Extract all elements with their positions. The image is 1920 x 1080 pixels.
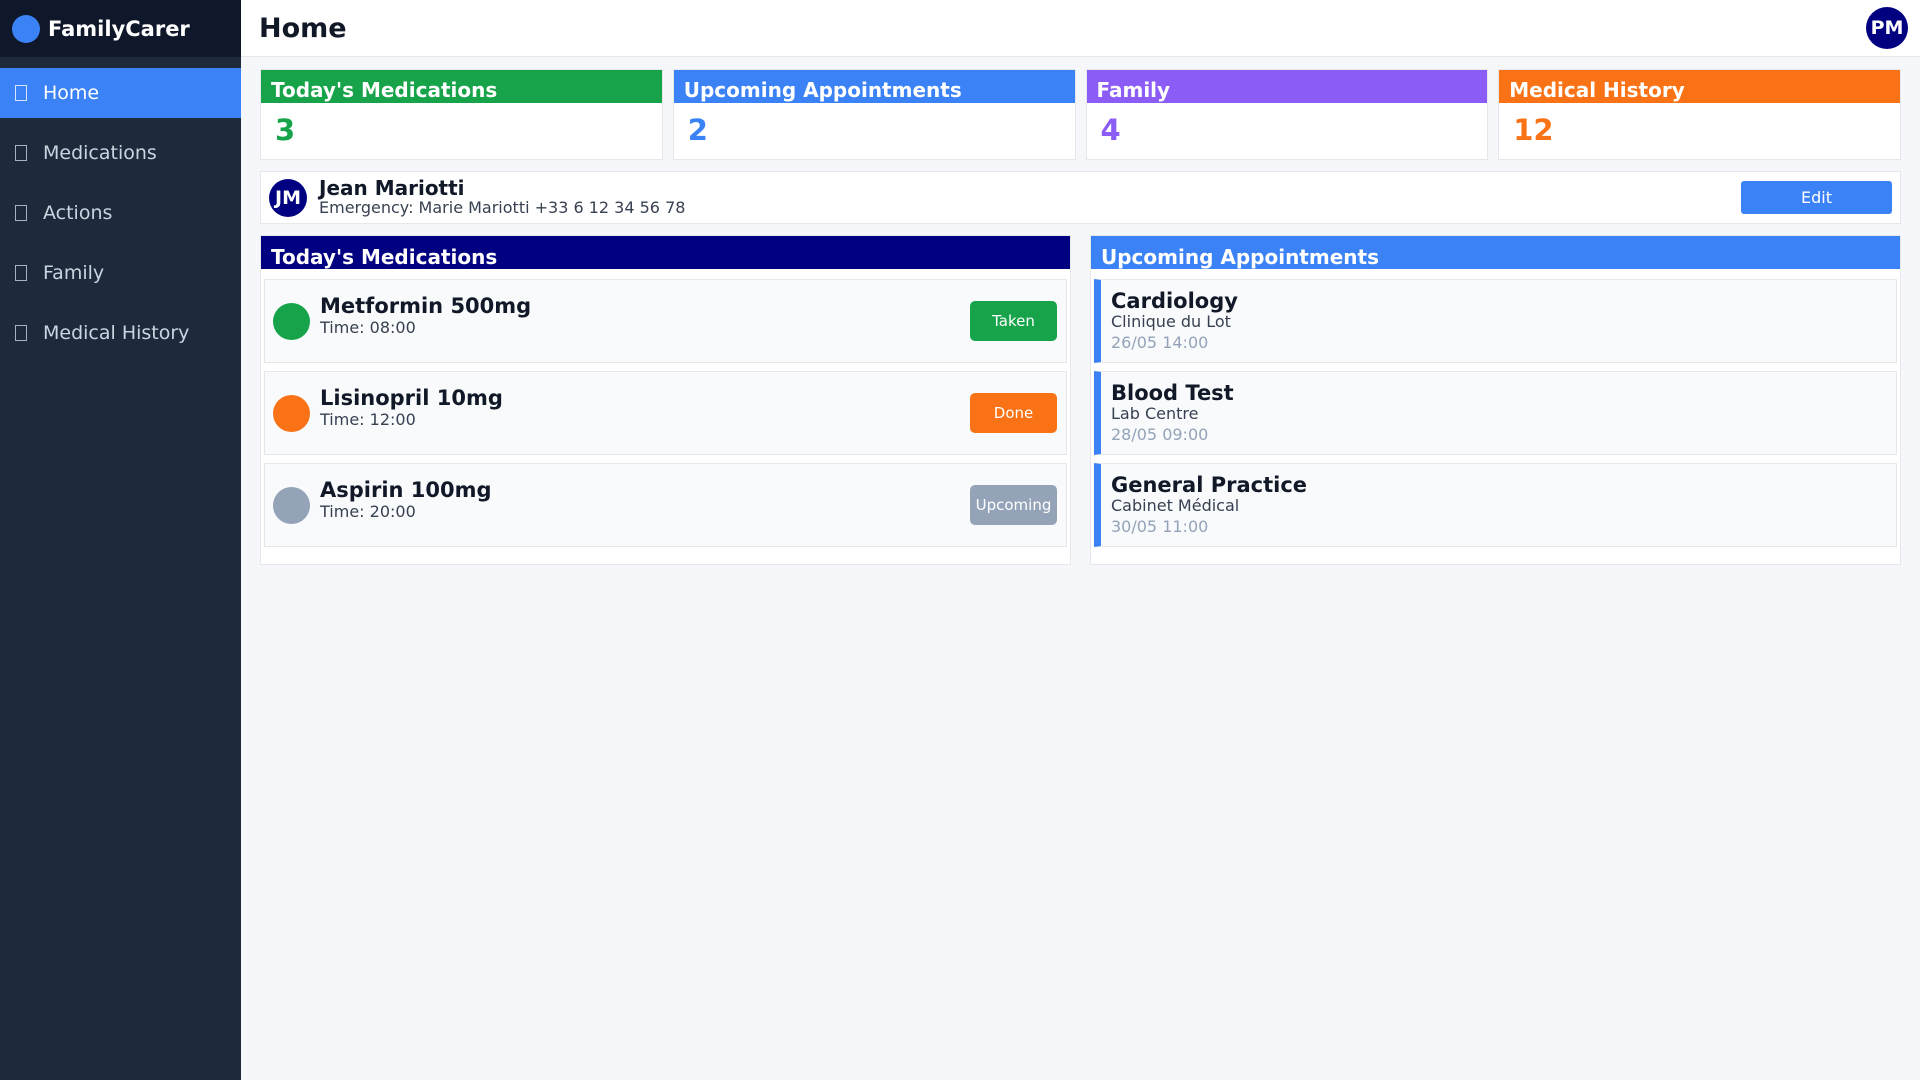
stat-card-medications[interactable]: Today's Medications 3 <box>260 69 663 160</box>
stat-card-value: 2 <box>687 113 708 147</box>
appointment-title: General Practice <box>1111 473 1308 497</box>
stat-card-title: Upcoming Appointments <box>673 70 1075 103</box>
appointment-place: Cabinet Médical <box>1111 496 1240 516</box>
content: Today's Medications 3 Upcoming Appointme… <box>241 57 1920 565</box>
medication-info: Aspirin 100mg Time: 20:00 <box>320 477 970 522</box>
home-icon <box>15 85 27 101</box>
medications-panel-title: Today's Medications <box>261 236 1070 269</box>
logo-icon <box>12 14 40 43</box>
medication-item: Lisinopril 10mg Time: 12:00 Done <box>264 371 1067 455</box>
status-dot-icon <box>273 486 310 524</box>
user-avatar[interactable]: PM <box>1866 7 1908 49</box>
brand[interactable]: FamilyCarer <box>0 0 241 57</box>
medication-info: Metformin 500mg Time: 08:00 <box>320 293 970 338</box>
patient-card: JM Jean Mariotti Emergency: Marie Mariot… <box>260 171 1901 224</box>
appointment-title: Cardiology <box>1111 289 1238 313</box>
stat-card-title: Family <box>1086 70 1488 103</box>
appointment-item[interactable]: Blood Test Lab Centre 28/05 09:00 <box>1094 371 1897 455</box>
appointments-panel-title: Upcoming Appointments <box>1091 236 1900 269</box>
top-bar: Home PM <box>241 0 1920 57</box>
sidebar-item-label: Actions <box>43 202 113 224</box>
medication-name: Metformin 500mg <box>320 293 532 318</box>
sidebar-item-medications[interactable]: Medications <box>0 128 241 178</box>
medication-item: Aspirin 100mg Time: 20:00 Upcoming <box>264 463 1067 547</box>
actions-icon <box>15 205 27 221</box>
history-icon <box>15 325 27 341</box>
patient-avatar: JM <box>269 178 307 217</box>
appointment-item[interactable]: Cardiology Clinique du Lot 26/05 14:00 <box>1094 279 1897 363</box>
medication-time: Time: 12:00 <box>320 410 416 430</box>
stat-card-medical-history[interactable]: Medical History 12 <box>1498 69 1901 160</box>
medication-time: Time: 20:00 <box>320 502 416 522</box>
status-dot-icon <box>273 394 310 432</box>
sidebar: FamilyCarer Home Medications Actions Fam… <box>0 0 241 1080</box>
sidebar-nav: Home Medications Actions Family Medical … <box>0 68 241 358</box>
medication-info: Lisinopril 10mg Time: 12:00 <box>320 385 970 430</box>
brand-name: FamilyCarer <box>48 16 190 41</box>
app-root: FamilyCarer Home Medications Actions Fam… <box>0 0 1920 1080</box>
stat-card-family[interactable]: Family 4 <box>1085 69 1489 160</box>
medications-panel: Today's Medications Metformin 500mg Time… <box>260 235 1071 565</box>
panels-row: Today's Medications Metformin 500mg Time… <box>260 235 1901 565</box>
stats-row: Today's Medications 3 Upcoming Appointme… <box>260 69 1901 160</box>
patient-name: Jean Mariotti <box>319 175 465 200</box>
medication-item: Metformin 500mg Time: 08:00 Taken <box>264 279 1067 363</box>
edit-button[interactable]: Edit <box>1741 181 1892 214</box>
sidebar-item-label: Home <box>43 82 100 104</box>
appointments-panel: Upcoming Appointments Cardiology Cliniqu… <box>1090 235 1901 565</box>
appointment-date: 28/05 09:00 <box>1111 424 1209 444</box>
family-icon <box>15 265 27 281</box>
sidebar-item-actions[interactable]: Actions <box>0 188 241 238</box>
stat-card-value: 12 <box>1513 113 1554 147</box>
medication-name: Aspirin 100mg <box>320 477 492 502</box>
stat-card-title: Medical History <box>1499 70 1900 103</box>
appointment-title: Blood Test <box>1111 381 1234 405</box>
pill-icon <box>15 145 27 161</box>
sidebar-item-label: Medical History <box>43 322 190 344</box>
stat-card-title: Today's Medications <box>261 70 662 103</box>
medication-status-button[interactable]: Upcoming <box>970 485 1057 525</box>
medication-name: Lisinopril 10mg <box>320 385 503 410</box>
appointment-place: Lab Centre <box>1111 404 1199 424</box>
sidebar-item-label: Medications <box>43 142 157 164</box>
appointment-date: 26/05 14:00 <box>1111 332 1209 352</box>
status-dot-icon <box>273 302 310 340</box>
main-area: Home PM Today's Medications 3 Upcoming A… <box>241 0 1920 1080</box>
stat-card-appointments[interactable]: Upcoming Appointments 2 <box>672 69 1076 160</box>
appointment-date: 30/05 11:00 <box>1111 516 1209 536</box>
medication-status-button[interactable]: Done <box>970 393 1057 433</box>
sidebar-item-medical-history[interactable]: Medical History <box>0 308 241 358</box>
appointment-place: Clinique du Lot <box>1111 312 1231 332</box>
sidebar-item-home[interactable]: Home <box>0 68 241 118</box>
stat-card-value: 3 <box>275 113 296 147</box>
page-title: Home <box>259 12 347 44</box>
appointment-item[interactable]: General Practice Cabinet Médical 30/05 1… <box>1094 463 1897 547</box>
medication-time: Time: 08:00 <box>320 318 416 338</box>
medication-status-button[interactable]: Taken <box>970 301 1057 341</box>
stat-card-value: 4 <box>1100 113 1121 147</box>
sidebar-item-family[interactable]: Family <box>0 248 241 298</box>
patient-info: Jean Mariotti Emergency: Marie Mariotti … <box>319 175 1741 217</box>
emergency-contact: Emergency: Marie Mariotti +33 6 12 34 56… <box>319 197 686 217</box>
sidebar-item-label: Family <box>43 262 105 284</box>
